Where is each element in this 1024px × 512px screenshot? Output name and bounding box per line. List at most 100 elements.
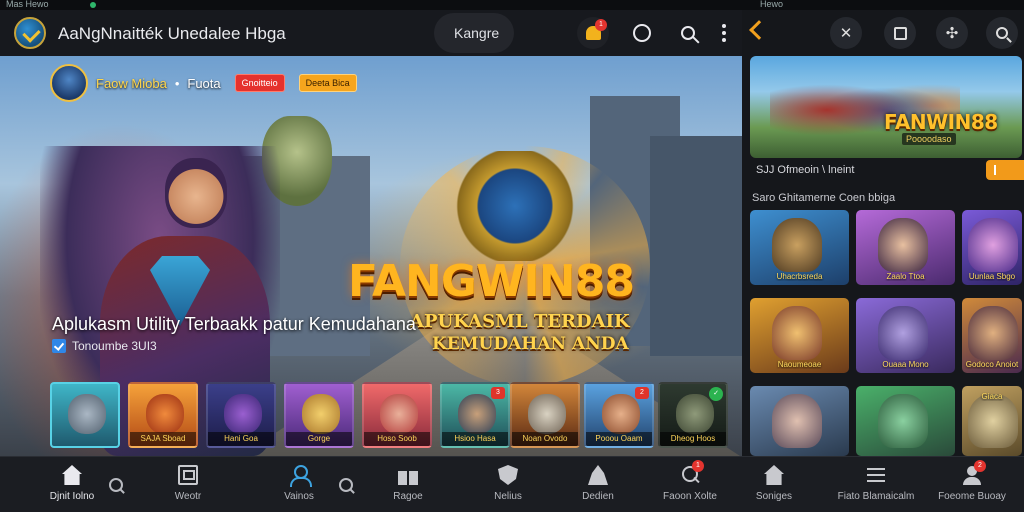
nav-label: Weotr	[174, 491, 202, 502]
close-icon[interactable]: ✕	[830, 17, 862, 49]
game-tile[interactable]: Ouaaa Mono	[856, 298, 955, 373]
nav-item-foeome[interactable]: 2 Foeome Buoay	[924, 460, 1020, 502]
nav-item-dedien[interactable]: Dedien	[550, 465, 646, 502]
nav-badge: 1	[692, 460, 704, 472]
back-arrow-icon[interactable]	[749, 20, 769, 40]
gold-pill-button[interactable]: Deeta Bica	[298, 74, 357, 92]
network-dot-icon	[90, 2, 96, 8]
nav-item-fiato[interactable]: Fiato Blamaicalm	[828, 465, 924, 502]
flag-icon	[178, 465, 198, 485]
thumbnail-item[interactable]: Gorge	[284, 382, 354, 448]
right-pane: ✕ ✣ FANWIN88 Poooodaso SJJ Ofmeoin \ lne…	[742, 10, 1024, 456]
game-tile-caption: Uhacrbsreda	[776, 272, 823, 281]
person-icon: 2	[962, 460, 986, 485]
thumbnail-tag: ✓	[709, 387, 723, 401]
featured-banner[interactable]: FANWIN88 Poooodaso	[750, 56, 1022, 158]
nav-label: Soniges	[755, 491, 793, 502]
brand-logo-text: FANGWIN88	[348, 256, 635, 307]
tagline-line1: APUKASML TERDAIK	[410, 311, 630, 332]
status-right-text: Hewo	[760, 0, 784, 9]
red-pill-button[interactable]: Gnoitteio	[234, 74, 285, 92]
game-tile[interactable]: Naoumeoae	[750, 298, 849, 373]
thumbnail-tag: 2	[635, 387, 649, 399]
game-tile[interactable]: Zaalo Ttoa	[856, 210, 955, 285]
top-app-bar: AaNgNnaitték Unedalee Hbga Kangre 1	[0, 10, 742, 56]
tagline-line2: KEMUDAHAN ANDA	[432, 334, 629, 354]
game-tile[interactable]	[750, 386, 849, 456]
game-tile-caption: Uunlaa Sbgo	[968, 272, 1016, 281]
thumbnail-item[interactable]: Noan Ovodo	[510, 382, 580, 448]
channel-header: Faow Mioba • Fuota Gnoitteio Deeta Bica	[50, 64, 357, 102]
featured-action-button[interactable]	[986, 160, 1024, 180]
nav-item-ragoe[interactable]: Ragoe	[360, 465, 456, 502]
shield-icon	[498, 465, 518, 485]
game-tile[interactable]: Uunlaa Sbgo	[962, 210, 1022, 285]
gift-icon	[398, 471, 418, 485]
pin-icon	[588, 465, 608, 485]
game-tile-caption: Giaca	[981, 392, 1003, 401]
verified-check-icon	[52, 339, 66, 353]
game-tile-caption: Ouaaa Mono	[882, 360, 929, 369]
avatar[interactable]	[50, 64, 88, 102]
game-tile[interactable]	[856, 386, 955, 456]
thumbnail-item[interactable]: Hani Goa	[206, 382, 276, 448]
featured-caption: SJJ Ofmeoin \ lneint	[756, 164, 855, 176]
menu-icon	[866, 465, 886, 485]
window-icon[interactable]	[884, 17, 916, 49]
home-icon	[62, 465, 82, 485]
search-icon[interactable]	[672, 17, 704, 49]
search-icon[interactable]	[986, 17, 1018, 49]
shield-emblem-icon	[455, 151, 575, 261]
hero-banner[interactable]: FANGWIN88 APUKASML TERDAIK KEMUDAHAN AND…	[0, 56, 742, 456]
thumbnail-caption: Hani Goa	[208, 432, 274, 446]
bottom-navigation: Djnit Iolno Weotr Vainos Ragoe Nelius De…	[0, 456, 1024, 512]
nav-item-weotr[interactable]: Weotr	[140, 465, 236, 502]
thumbnail-item[interactable]: Hoso Soob	[362, 382, 432, 448]
user-icon	[289, 465, 312, 487]
nav-label: Dedien	[582, 491, 614, 502]
nav-label: Nelius	[494, 491, 522, 502]
nav-label: Vainos	[284, 491, 314, 502]
app-logo-icon[interactable]	[14, 17, 46, 49]
nav-item-faoon-xolte[interactable]: 1 Faoon Xolte	[642, 460, 738, 502]
channel-name[interactable]: Faow Mioba	[96, 76, 167, 91]
game-tile-caption: Naoumeoae	[777, 360, 822, 369]
search-icon[interactable]	[338, 477, 356, 495]
nav-item-nelius[interactable]: Nelius	[460, 465, 556, 502]
circle-icon[interactable]	[626, 17, 658, 49]
game-tile[interactable]: Uhacrbsreda	[750, 210, 849, 285]
category-dropdown[interactable]: Kangre	[434, 13, 514, 53]
status-bar: Mas Hewo Hewo	[0, 0, 1024, 10]
thumbnail-item[interactable]: SAJA Sboad	[128, 382, 198, 448]
thumbnail-caption: Gorge	[286, 432, 352, 446]
thumbnail-item[interactable]: 3 Hsioo Hasa	[440, 382, 510, 448]
thumbnail-caption: Hoso Soob	[364, 432, 430, 446]
more-options-icon[interactable]	[708, 17, 740, 49]
nav-item-vainos[interactable]: Vainos	[251, 465, 347, 502]
background-building	[650, 136, 742, 356]
status-left-text: Mas Hewo	[6, 0, 49, 9]
home-icon	[764, 465, 784, 485]
thumbnail-item[interactable]: 2 Pooou Oaam	[584, 382, 654, 448]
nav-label: Faoon Xolte	[663, 491, 717, 502]
featured-brand: FANWIN88	[884, 110, 998, 134]
hero-meta: Tonoumbe 3UI3	[52, 339, 157, 353]
fan-icon[interactable]: ✣	[936, 17, 968, 49]
channel-subtitle: Fuota	[187, 75, 221, 91]
game-tile[interactable]: Giaca	[962, 386, 1022, 456]
thumbnail-caption: SAJA Sboad	[130, 432, 196, 446]
nav-label: Foeome Buoay	[938, 491, 1006, 502]
thumbnail-item[interactable]	[50, 382, 120, 448]
thumbnail-caption: Pooou Oaam	[586, 432, 652, 446]
search-icon[interactable]	[108, 477, 126, 495]
nav-label: Ragoe	[393, 491, 423, 502]
notification-bell-icon[interactable]: 1	[577, 17, 609, 49]
app-title: AaNgNnaitték Unedalee Hbga	[58, 24, 286, 43]
section-title: Saro Ghitamerne Coen bbiga	[752, 192, 896, 204]
nav-item-soniges[interactable]: Soniges	[726, 465, 822, 502]
nav-item-home[interactable]: Djnit Iolno	[24, 465, 120, 502]
thumbnail-item[interactable]: ✓ Dheog Hoos	[658, 382, 728, 448]
thumbnail-caption: Dheog Hoos	[660, 432, 726, 446]
game-tile[interactable]: Godoco Anoiot	[962, 298, 1022, 373]
nav-label: Djnit Iolno	[49, 491, 95, 502]
